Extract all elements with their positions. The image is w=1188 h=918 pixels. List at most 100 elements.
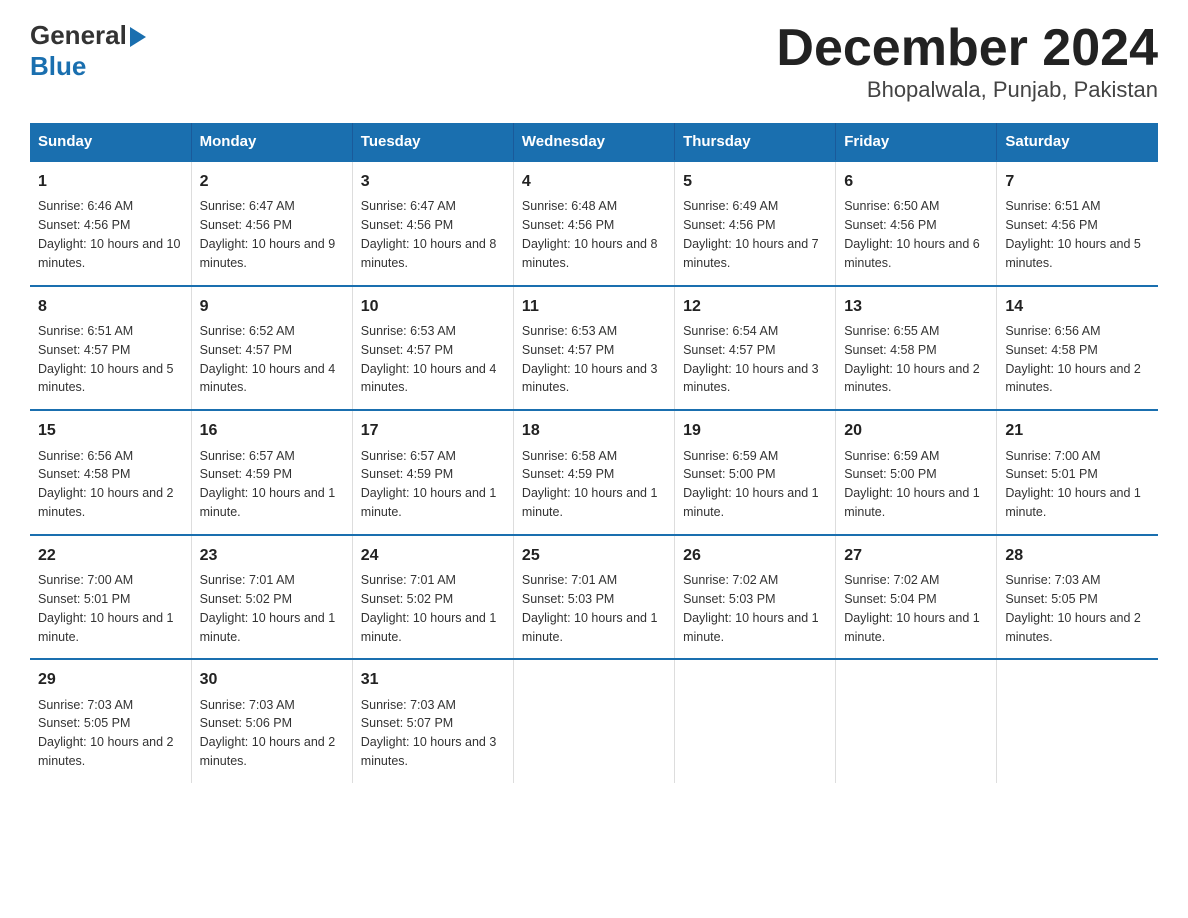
day-number: 31 [361, 668, 505, 691]
day-info: Sunrise: 6:47 AMSunset: 4:56 PMDaylight:… [200, 199, 336, 270]
calendar-cell: 23Sunrise: 7:01 AMSunset: 5:02 PMDayligh… [191, 535, 352, 660]
day-info: Sunrise: 6:56 AMSunset: 4:58 PMDaylight:… [1005, 324, 1141, 395]
calendar-cell: 16 Sunrise: 6:57 AMSunset: 4:59 PMDayligh… [191, 410, 352, 535]
day-number: 20 [844, 419, 988, 442]
day-info: Sunrise: 6:48 AMSunset: 4:56 PMDaylight:… [522, 199, 658, 270]
calendar-week-row: 8 Sunrise: 6:51 AMSunset: 4:57 PMDaylight… [30, 286, 1158, 411]
day-number: 30 [200, 668, 344, 691]
day-number: 2 [200, 170, 344, 193]
day-number: 28 [1005, 544, 1150, 567]
day-info: Sunrise: 7:00 AMSunset: 5:01 PMDaylight:… [1005, 449, 1141, 520]
day-number: 6 [844, 170, 988, 193]
calendar-cell: 2 Sunrise: 6:47 AMSunset: 4:56 PMDaylight… [191, 161, 352, 286]
calendar-cell: 24Sunrise: 7:01 AMSunset: 5:02 PMDayligh… [352, 535, 513, 660]
day-info: Sunrise: 6:46 AMSunset: 4:56 PMDaylight:… [38, 199, 180, 270]
calendar-cell: 9 Sunrise: 6:52 AMSunset: 4:57 PMDaylight… [191, 286, 352, 411]
calendar-week-row: 1 Sunrise: 6:46 AMSunset: 4:56 PMDaylight… [30, 161, 1158, 286]
day-info: Sunrise: 6:50 AMSunset: 4:56 PMDaylight:… [844, 199, 980, 270]
day-info: Sunrise: 6:57 AMSunset: 4:59 PMDaylight:… [200, 449, 336, 520]
calendar-cell: 17 Sunrise: 6:57 AMSunset: 4:59 PMDayligh… [352, 410, 513, 535]
day-number: 15 [38, 419, 183, 442]
calendar-cell: 28 Sunrise: 7:03 AMSunset: 5:05 PMDayligh… [997, 535, 1158, 660]
calendar-cell: 19 Sunrise: 6:59 AMSunset: 5:00 PMDayligh… [675, 410, 836, 535]
day-info: Sunrise: 7:02 AMSunset: 5:04 PMDaylight:… [844, 573, 980, 644]
col-monday: Monday [191, 123, 352, 161]
day-info: Sunrise: 6:52 AMSunset: 4:57 PMDaylight:… [200, 324, 336, 395]
calendar-cell: 31 Sunrise: 7:03 AMSunset: 5:07 PMDayligh… [352, 659, 513, 783]
day-info: Sunrise: 7:00 AMSunset: 5:01 PMDaylight:… [38, 573, 174, 644]
day-info: Sunrise: 7:03 AMSunset: 5:05 PMDaylight:… [1005, 573, 1141, 644]
logo-general-text: General [30, 20, 127, 51]
day-info: Sunrise: 6:56 AMSunset: 4:58 PMDaylight:… [38, 449, 174, 520]
day-number: 19 [683, 419, 827, 442]
day-number: 10 [361, 295, 505, 318]
calendar-header-row: Sunday Monday Tuesday Wednesday Thursday… [30, 123, 1158, 161]
day-number: 12 [683, 295, 827, 318]
day-number: 22 [38, 544, 183, 567]
day-number: 26 [683, 544, 827, 567]
day-info: Sunrise: 7:01 AMSunset: 5:02 PMDaylight:… [200, 573, 336, 644]
logo-arrow-icon [130, 27, 146, 47]
col-sunday: Sunday [30, 123, 191, 161]
day-number: 29 [38, 668, 183, 691]
day-info: Sunrise: 7:02 AMSunset: 5:03 PMDaylight:… [683, 573, 819, 644]
calendar-cell [997, 659, 1158, 783]
day-info: Sunrise: 7:03 AMSunset: 5:07 PMDaylight:… [361, 698, 497, 769]
page-title: December 2024 [776, 20, 1158, 77]
calendar-cell: 27 Sunrise: 7:02 AMSunset: 5:04 PMDayligh… [836, 535, 997, 660]
day-info: Sunrise: 7:01 AMSunset: 5:03 PMDaylight:… [522, 573, 658, 644]
title-block: December 2024 Bhopalwala, Punjab, Pakist… [776, 20, 1158, 103]
calendar-cell: 15 Sunrise: 6:56 AMSunset: 4:58 PMDayligh… [30, 410, 191, 535]
day-number: 24 [361, 544, 505, 567]
calendar-cell: 21Sunrise: 7:00 AMSunset: 5:01 PMDayligh… [997, 410, 1158, 535]
day-number: 8 [38, 295, 183, 318]
logo: General Blue [30, 20, 146, 82]
day-number: 17 [361, 419, 505, 442]
calendar-week-row: 22 Sunrise: 7:00 AMSunset: 5:01 PMDayligh… [30, 535, 1158, 660]
day-number: 1 [38, 170, 183, 193]
calendar-cell: 25 Sunrise: 7:01 AMSunset: 5:03 PMDayligh… [513, 535, 674, 660]
day-number: 3 [361, 170, 505, 193]
calendar-cell: 12 Sunrise: 6:54 AMSunset: 4:57 PMDayligh… [675, 286, 836, 411]
calendar-cell: 14Sunrise: 6:56 AMSunset: 4:58 PMDayligh… [997, 286, 1158, 411]
day-info: Sunrise: 6:51 AMSunset: 4:56 PMDaylight:… [1005, 199, 1141, 270]
day-info: Sunrise: 6:54 AMSunset: 4:57 PMDaylight:… [683, 324, 819, 395]
col-thursday: Thursday [675, 123, 836, 161]
day-info: Sunrise: 6:53 AMSunset: 4:57 PMDaylight:… [522, 324, 658, 395]
day-number: 4 [522, 170, 666, 193]
day-number: 11 [522, 295, 666, 318]
calendar-cell [513, 659, 674, 783]
day-info: Sunrise: 6:59 AMSunset: 5:00 PMDaylight:… [683, 449, 819, 520]
day-info: Sunrise: 7:03 AMSunset: 5:06 PMDaylight:… [200, 698, 336, 769]
day-number: 25 [522, 544, 666, 567]
day-info: Sunrise: 7:03 AMSunset: 5:05 PMDaylight:… [38, 698, 174, 769]
day-number: 13 [844, 295, 988, 318]
calendar-cell: 22 Sunrise: 7:00 AMSunset: 5:01 PMDayligh… [30, 535, 191, 660]
day-info: Sunrise: 6:49 AMSunset: 4:56 PMDaylight:… [683, 199, 819, 270]
day-number: 18 [522, 419, 666, 442]
day-info: Sunrise: 6:53 AMSunset: 4:57 PMDaylight:… [361, 324, 497, 395]
day-number: 16 [200, 419, 344, 442]
calendar-cell [836, 659, 997, 783]
day-number: 27 [844, 544, 988, 567]
day-info: Sunrise: 6:47 AMSunset: 4:56 PMDaylight:… [361, 199, 497, 270]
calendar-cell: 20 Sunrise: 6:59 AMSunset: 5:00 PMDayligh… [836, 410, 997, 535]
col-wednesday: Wednesday [513, 123, 674, 161]
day-number: 5 [683, 170, 827, 193]
calendar-week-row: 15 Sunrise: 6:56 AMSunset: 4:58 PMDayligh… [30, 410, 1158, 535]
day-number: 7 [1005, 170, 1150, 193]
logo-blue-text: Blue [30, 51, 86, 81]
calendar-cell: 6 Sunrise: 6:50 AMSunset: 4:56 PMDaylight… [836, 161, 997, 286]
day-info: Sunrise: 6:59 AMSunset: 5:00 PMDaylight:… [844, 449, 980, 520]
calendar-cell: 29 Sunrise: 7:03 AMSunset: 5:05 PMDayligh… [30, 659, 191, 783]
day-info: Sunrise: 6:51 AMSunset: 4:57 PMDaylight:… [38, 324, 174, 395]
calendar-cell: 1 Sunrise: 6:46 AMSunset: 4:56 PMDaylight… [30, 161, 191, 286]
calendar-cell: 11 Sunrise: 6:53 AMSunset: 4:57 PMDayligh… [513, 286, 674, 411]
calendar-table: Sunday Monday Tuesday Wednesday Thursday… [30, 123, 1158, 783]
calendar-cell: 30 Sunrise: 7:03 AMSunset: 5:06 PMDayligh… [191, 659, 352, 783]
calendar-week-row: 29 Sunrise: 7:03 AMSunset: 5:05 PMDayligh… [30, 659, 1158, 783]
day-number: 9 [200, 295, 344, 318]
page-header: General Blue December 2024 Bhopalwala, P… [30, 20, 1158, 103]
calendar-cell: 5 Sunrise: 6:49 AMSunset: 4:56 PMDaylight… [675, 161, 836, 286]
day-info: Sunrise: 6:57 AMSunset: 4:59 PMDaylight:… [361, 449, 497, 520]
